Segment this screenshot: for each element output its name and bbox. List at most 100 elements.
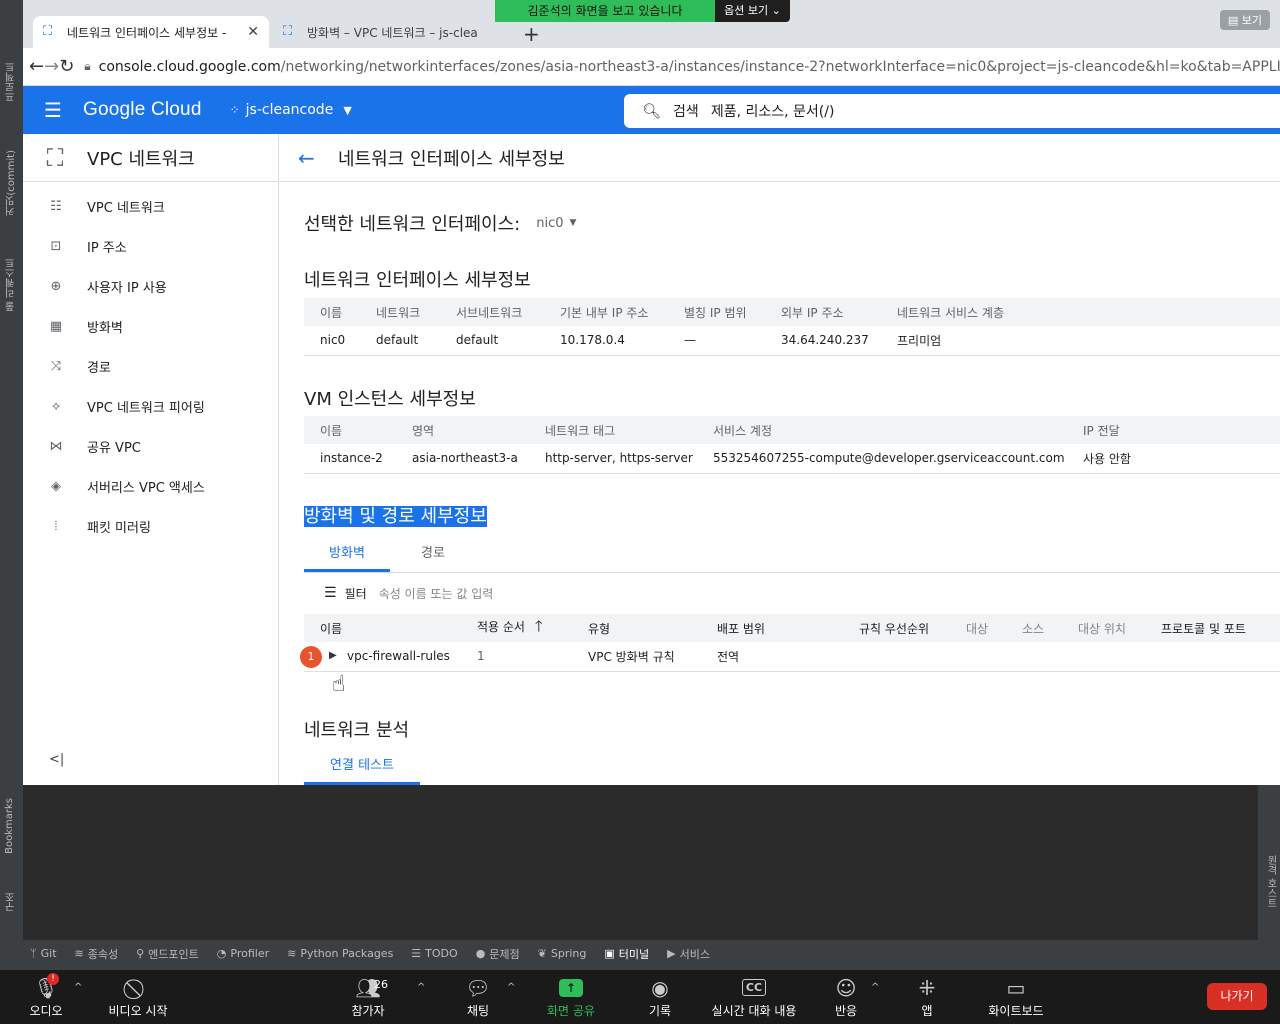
reload-icon[interactable]: ↻ xyxy=(59,56,74,77)
ide-tool-python-packages[interactable]: ≋ Python Packages xyxy=(287,947,393,960)
rule-name[interactable]: vpc-firewall-rules xyxy=(304,642,461,672)
view-button[interactable]: ▤ 보기 xyxy=(1219,10,1270,30)
ide-tool-todo[interactable]: ☰ TODO xyxy=(411,947,457,960)
captions-button[interactable]: CC 실시간 대화 내용 xyxy=(704,974,804,1019)
url-field[interactable]: 🔒︎ console.cloud.google.com/networking/n… xyxy=(84,59,1280,75)
ide-structure-tab[interactable]: 구조 xyxy=(4,892,19,912)
reactions-button[interactable]: ☺ 반응 xyxy=(826,974,866,1019)
forward-arrow-icon[interactable]: → xyxy=(44,56,59,77)
col-header: 영역 xyxy=(396,416,529,444)
chat-caret-icon[interactable]: ^ xyxy=(507,982,515,993)
shared-vpc-icon: ⋈ xyxy=(49,438,63,454)
filter-input[interactable]: 속성 이름 또는 값 입력 xyxy=(379,585,494,602)
filter-bar[interactable]: ☰ 필터 속성 이름 또는 값 입력 xyxy=(304,580,493,606)
sidebar-item-byoip[interactable]: ⊕ 사용자 IP 사용 xyxy=(23,266,278,306)
tab-firewall[interactable]: 방화벽 xyxy=(304,538,390,572)
sidebar-item-ip-address[interactable]: ⊡ IP 주소 xyxy=(23,226,278,266)
leave-meeting-button[interactable]: 나가기 xyxy=(1207,983,1267,1010)
participants-label: 참가자 xyxy=(351,1004,385,1018)
table-row[interactable]: vpc-firewall-rules 1 VPC 방화벽 규칙 전역 xyxy=(304,642,1280,672)
ide-bookmarks-tab[interactable]: Bookmarks xyxy=(4,798,15,854)
ide-tool-spring[interactable]: ❦ Spring xyxy=(538,947,587,960)
serverless-icon: ◈ xyxy=(51,478,61,494)
cell: default xyxy=(440,326,544,356)
expand-row-icon[interactable]: ▶ xyxy=(329,650,337,661)
ide-remote-host-tab[interactable]: 원격 호스트 xyxy=(1263,855,1278,908)
sidebar-item-shared-vpc[interactable]: ⋈ 공유 VPC xyxy=(23,426,278,466)
tab-connectivity-test[interactable]: 연결 테스트 xyxy=(304,754,420,785)
participants-caret-icon[interactable]: ^ xyxy=(417,982,425,993)
col-header: 기본 내부 IP 주소 xyxy=(544,298,668,326)
gcp-header: ☰ Google Cloud ⁘ js-cleancode ▼ 🔍︎ 검색 제품… xyxy=(23,86,1280,134)
apps-label: 앱 xyxy=(921,1004,933,1018)
search-input[interactable]: 🔍︎ 검색 제품, 리소스, 문서(/) xyxy=(624,94,1280,128)
audio-label: 오디오 xyxy=(29,1004,63,1018)
audio-options-caret-icon[interactable]: ^ xyxy=(74,982,82,993)
new-tab-button[interactable]: + xyxy=(523,22,540,46)
ide-tool-label: 터미널 xyxy=(618,947,650,961)
search-icon: 🔍︎ xyxy=(642,102,662,120)
ide-pull-request-tab[interactable]: 풀 리퀘스트 xyxy=(4,258,19,311)
record-button[interactable]: ◉ 기록 xyxy=(640,974,680,1019)
col-header: 서비스 계정 xyxy=(697,416,1067,444)
participants-count: 26 xyxy=(374,978,388,991)
audio-button[interactable]: 🎙︎ 오디오 xyxy=(20,974,72,1019)
url-host: console.cloud.google.com xyxy=(98,58,281,75)
caret-down-icon[interactable]: ▼ xyxy=(570,218,577,228)
ide-tool-dependencies[interactable]: ≋ 종속성 xyxy=(75,946,119,962)
ide-commit-tab[interactable]: 커밋(commit) xyxy=(4,150,19,216)
ide-tool-problems[interactable]: ● 문제점 xyxy=(476,946,520,962)
sidebar-item-serverless-vpc[interactable]: ◈ 서버리스 VPC 액세스 xyxy=(23,466,278,506)
chat-button[interactable]: 💬︎ 채팅 xyxy=(458,974,498,1019)
hamburger-menu-icon[interactable]: ☰ xyxy=(23,98,83,122)
reactions-caret-icon[interactable]: ^ xyxy=(871,982,879,993)
ide-tool-profiler[interactable]: ◔ Profiler xyxy=(217,947,269,960)
sidebar-item-label: IP 주소 xyxy=(87,240,127,256)
cell: — xyxy=(668,326,765,356)
ide-project-tab[interactable]: 프로젝트 xyxy=(4,62,19,102)
share-screen-label: 화면 공유 xyxy=(547,1004,595,1018)
sidebar-item-peering[interactable]: ⟡ VPC 네트워크 피어링 xyxy=(23,386,278,426)
address-bar: ← → ↻ 🔒︎ console.cloud.google.com/networ… xyxy=(23,48,1280,86)
ide-tool-services[interactable]: ▶ 서비스 xyxy=(667,946,710,962)
project-selector[interactable]: ⁘ js-cleancode ▼ xyxy=(230,102,352,118)
participants-button[interactable]: 👥︎ 26 참가자 xyxy=(342,974,394,1019)
problems-icon: ● xyxy=(475,947,486,960)
col-header: 대상 위치 xyxy=(1062,614,1145,642)
project-name: js-cleancode xyxy=(245,102,334,118)
chat-icon: 💬︎ xyxy=(465,976,491,1000)
sidebar-item-vpc-network[interactable]: ☷ VPC 네트워크 xyxy=(23,186,278,226)
collapse-sidebar-icon[interactable]: <| xyxy=(49,752,64,767)
back-arrow-icon[interactable]: ← xyxy=(298,146,320,170)
sidebar-item-packet-mirroring[interactable]: ⦙ 패킷 미러링 xyxy=(23,506,278,546)
ide-tool-endpoints[interactable]: ⚲ 엔드포인트 xyxy=(136,946,199,962)
google-cloud-logo[interactable]: Google Cloud xyxy=(83,99,202,121)
table-header-row: 이름 적용 순서 🡑 유형 배포 범위 규칙 우선순위 대상 소스 대상 위치 … xyxy=(304,614,1280,642)
whiteboard-button[interactable]: ▭ 화이트보드 xyxy=(980,974,1052,1019)
caret-down-icon: ▼ xyxy=(343,103,352,117)
tab-routes[interactable]: 경로 xyxy=(390,538,476,572)
share-screen-button[interactable]: ↑ 화면 공유 xyxy=(540,974,602,1019)
start-video-button[interactable]: ⃠ 비디오 시작 xyxy=(100,974,176,1019)
apps-button[interactable]: ⁜ 앱 xyxy=(910,974,944,1019)
profiler-icon: ◔ xyxy=(216,947,227,960)
sidebar-item-firewall[interactable]: ▦ 방화벽 xyxy=(23,306,278,346)
ide-tool-terminal[interactable]: ▣ 터미널 xyxy=(604,946,649,962)
ide-tool-git[interactable]: ᛘ Git xyxy=(30,947,57,960)
col-header: 규칙 우선순위 xyxy=(843,614,950,642)
sidebar-item-label: VPC 네트워크 피어링 xyxy=(87,400,205,416)
back-arrow-icon[interactable]: ← xyxy=(29,56,44,77)
cell: default xyxy=(360,326,440,356)
share-options-button[interactable]: 옵션 보기 ⌄ xyxy=(715,0,790,22)
browser-tab-inactive[interactable]: ⛶ 방화벽 – VPC 네트워크 – js-clea xyxy=(273,16,509,48)
cell: 프리미엄 xyxy=(881,326,1280,356)
sidebar-item-routes[interactable]: ⤨ 경로 xyxy=(23,346,278,386)
close-tab-icon[interactable]: ✕ xyxy=(241,24,259,40)
col-header-sort[interactable]: 적용 순서 🡑 xyxy=(461,614,572,642)
record-icon: ◉ xyxy=(651,976,669,1000)
nic-selector-dropdown[interactable]: nic0 xyxy=(536,216,563,231)
col-header: 이름 xyxy=(304,614,461,642)
sidebar-title: ⛶ VPC 네트워크 xyxy=(23,134,278,182)
browser-tab-active[interactable]: ⛶ 네트워크 인터페이스 세부정보 - ✕ xyxy=(33,16,269,48)
rule-scope: 전역 xyxy=(701,642,843,672)
